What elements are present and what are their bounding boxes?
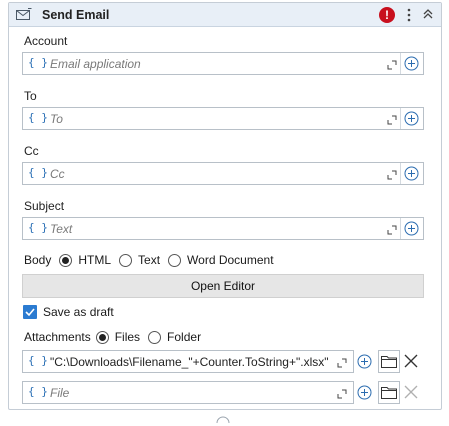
to-label: To — [24, 89, 37, 103]
attachment-file-field[interactable]: { } File — [22, 381, 354, 404]
error-icon[interactable]: ! — [379, 7, 395, 23]
attachments-radio-folder[interactable]: Folder — [148, 330, 201, 344]
mail-icon — [16, 8, 32, 24]
account-label: Account — [24, 34, 68, 48]
radio-label: Word Document — [187, 253, 274, 267]
remove-attachment-x-icon — [404, 385, 418, 402]
attachments-label: Attachments — [24, 330, 91, 344]
plus-circle-icon[interactable] — [404, 221, 419, 239]
cc-field[interactable]: { } Cc — [22, 162, 424, 185]
plus-circle-icon[interactable] — [404, 111, 419, 129]
plus-circle-icon[interactable] — [357, 385, 372, 403]
body-label: Body — [24, 253, 52, 267]
divider — [400, 163, 401, 184]
expand-arrow-icon[interactable] — [337, 388, 347, 402]
kebab-icon[interactable] — [407, 8, 411, 25]
subject-placeholder: Text — [50, 222, 73, 236]
expand-arrow-icon[interactable] — [387, 224, 397, 238]
body-radio-word-document[interactable]: Word Document — [168, 253, 274, 267]
connector-handle-icon[interactable] — [216, 412, 230, 426]
variable-braces-icon[interactable]: { } — [28, 56, 48, 69]
divider — [400, 53, 401, 74]
variable-braces-icon[interactable]: { } — [28, 221, 48, 234]
radio-selected[interactable] — [59, 253, 73, 267]
variable-braces-icon[interactable]: { } — [28, 111, 48, 124]
save-as-draft-checkbox[interactable] — [23, 305, 37, 319]
attachments-row: Attachments Files Folder — [24, 330, 209, 344]
folder-icon — [381, 356, 397, 368]
variable-braces-icon[interactable]: { } — [28, 166, 48, 179]
radio-unselected[interactable] — [168, 253, 182, 267]
account-field[interactable]: { } Email application — [22, 52, 424, 75]
activity-title: Send Email — [42, 8, 110, 22]
attachment-file-placeholder: File — [50, 386, 70, 400]
body-format-row: Body HTML Text Word Document — [24, 253, 282, 267]
browse-folder-button[interactable] — [378, 350, 400, 373]
cc-placeholder: Cc — [50, 167, 65, 181]
to-placeholder: To — [50, 112, 63, 126]
attachment-file-field[interactable]: { } "C:\Downloads\Filename_"+Counter.ToS… — [22, 350, 354, 373]
radio-label: Folder — [167, 330, 202, 344]
check-icon — [25, 308, 35, 317]
radio-label: HTML — [78, 253, 112, 267]
subject-field[interactable]: { } Text — [22, 217, 424, 240]
attachments-radio-files[interactable]: Files — [95, 330, 141, 344]
activity-header[interactable]: Send Email ! — [9, 3, 441, 27]
browse-folder-button[interactable] — [378, 381, 400, 404]
plus-circle-icon[interactable] — [404, 166, 419, 184]
remove-attachment-x-icon[interactable] — [404, 354, 418, 371]
plus-circle-icon[interactable] — [404, 56, 419, 74]
expand-arrow-icon[interactable] — [337, 357, 347, 371]
save-as-draft-label: Save as draft — [43, 305, 114, 319]
subject-label: Subject — [24, 199, 65, 213]
attachment-file-value: "C:\Downloads\Filename_"+Counter.ToStrin… — [50, 355, 329, 369]
expand-arrow-icon[interactable] — [387, 169, 397, 183]
body-radio-text[interactable]: Text — [119, 253, 160, 267]
divider — [400, 108, 401, 129]
radio-unselected[interactable] — [148, 330, 162, 344]
folder-icon — [381, 387, 397, 399]
cc-label: Cc — [24, 144, 39, 158]
expand-arrow-icon[interactable] — [387, 59, 397, 73]
radio-unselected[interactable] — [119, 253, 133, 267]
double-chevron-up-icon[interactable] — [423, 8, 433, 23]
open-editor-button[interactable]: Open Editor — [22, 274, 424, 298]
radio-selected[interactable] — [95, 330, 109, 344]
variable-braces-icon[interactable]: { } — [28, 385, 48, 398]
expand-arrow-icon[interactable] — [387, 114, 397, 128]
to-field[interactable]: { } To — [22, 107, 424, 130]
variable-braces-icon[interactable]: { } — [28, 354, 48, 367]
body-radio-html[interactable]: HTML — [59, 253, 111, 267]
radio-label: Text — [138, 253, 161, 267]
send-email-activity-card: Send Email ! Account { } Email applicati… — [8, 2, 442, 410]
radio-label: Files — [114, 330, 141, 344]
plus-circle-icon[interactable] — [357, 354, 372, 372]
divider — [400, 218, 401, 239]
account-placeholder: Email application — [50, 57, 141, 71]
